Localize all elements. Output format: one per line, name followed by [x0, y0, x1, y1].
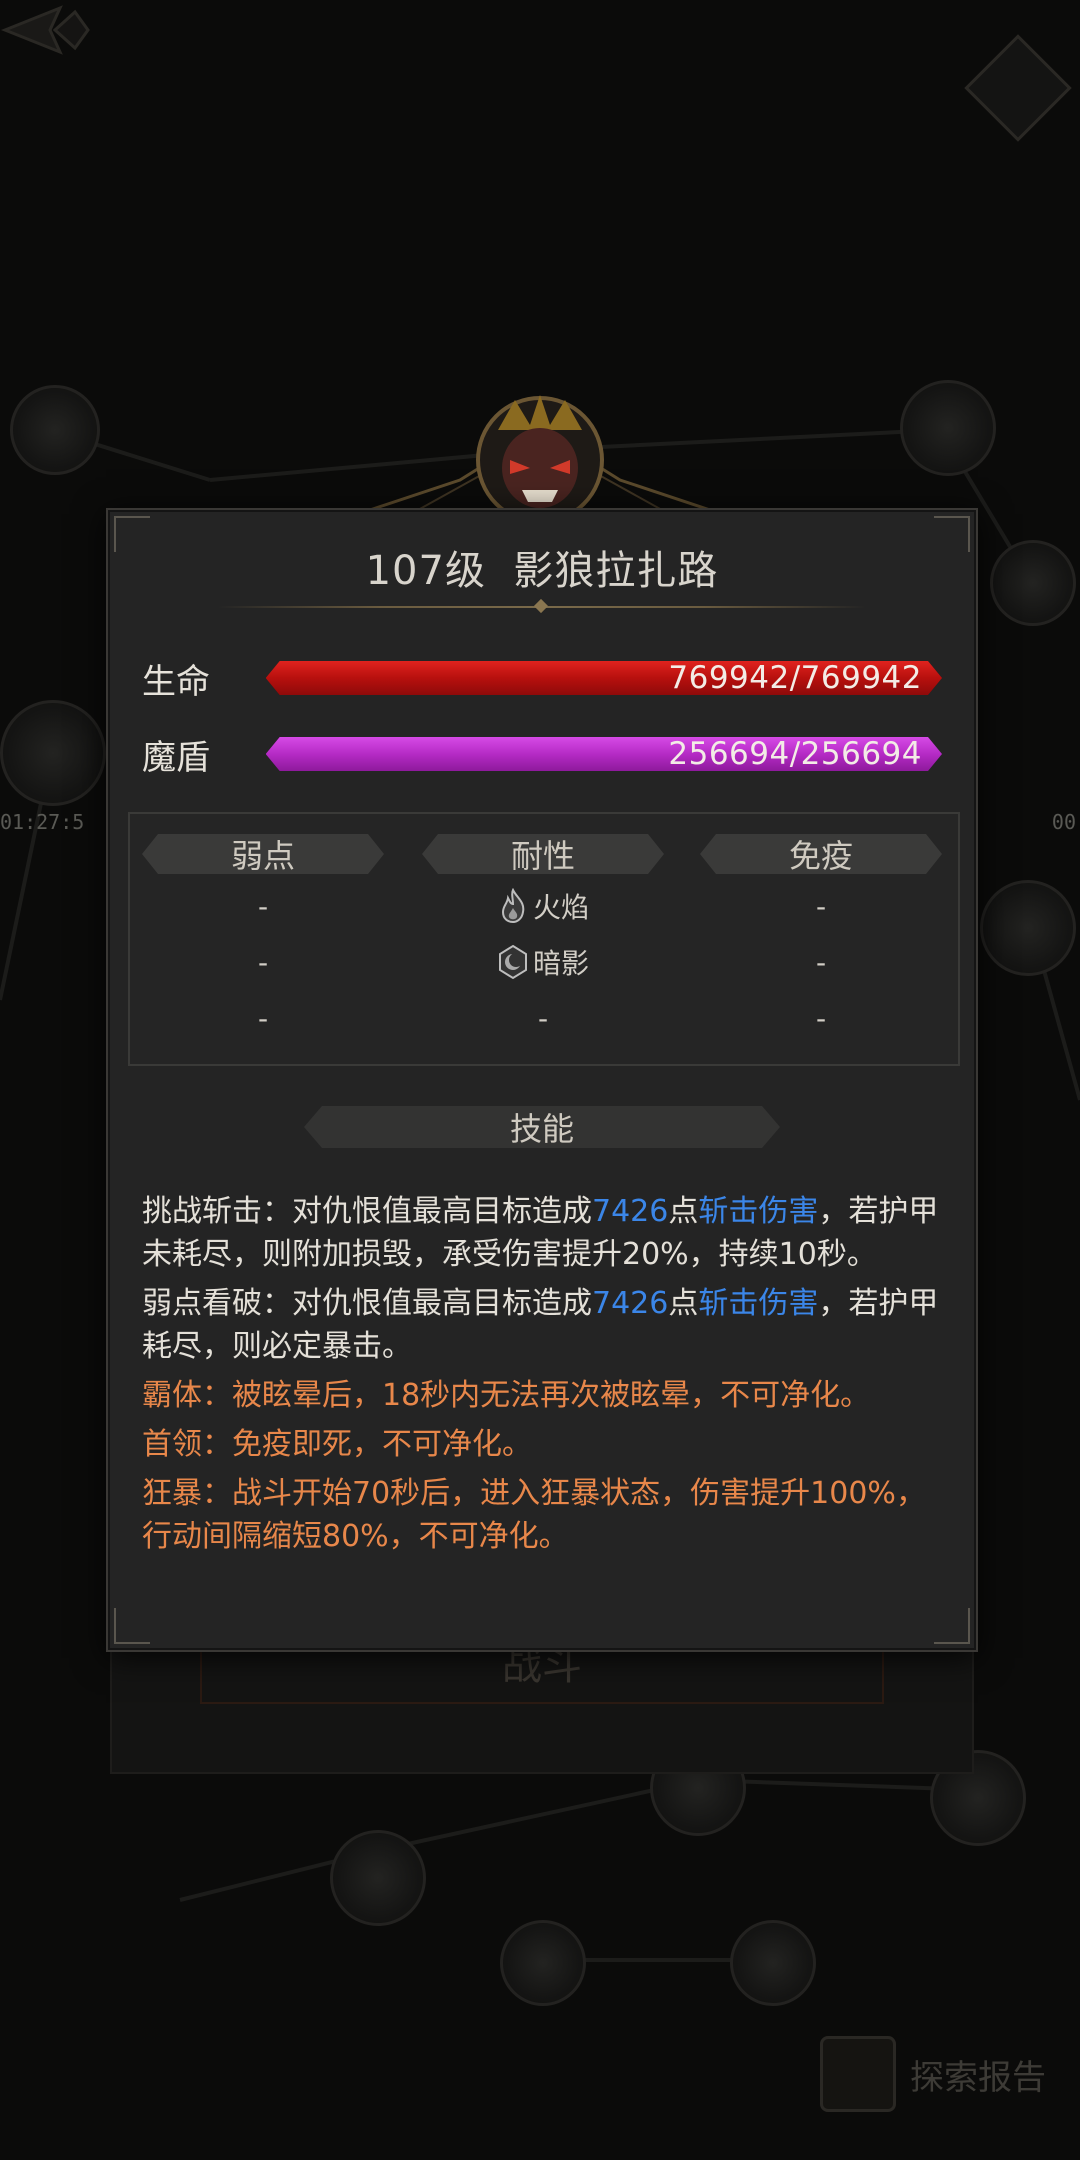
- map-timer-left: 01:27:5: [0, 810, 85, 834]
- frame-corner: [934, 1608, 970, 1644]
- shield-label: 魔盾: [142, 737, 210, 778]
- map-node[interactable]: [500, 1920, 586, 2006]
- explore-report-label: 探索报告: [910, 2057, 1046, 2098]
- shield-row: 魔盾 256694/256694: [142, 734, 942, 778]
- header-weakness: 弱点: [142, 834, 384, 874]
- weak-cell: -: [257, 889, 269, 923]
- skills-header: 技能: [304, 1106, 780, 1148]
- map-node[interactable]: [990, 540, 1076, 626]
- resist-cell: 火焰: [422, 884, 664, 928]
- explore-report-button[interactable]: 探索报告: [820, 2036, 1046, 2112]
- frame-corner: [114, 1608, 150, 1644]
- map-node[interactable]: [730, 1920, 816, 2006]
- scroll-icon: [820, 2036, 896, 2112]
- skill-entry: 弱点看破：对仇恨值最高目标造成7426点斩击伤害，若护甲耗尽，则必定暴击。: [142, 1286, 939, 1364]
- boss-title: 107级 影狼拉扎路: [108, 538, 976, 596]
- resist-cell: -: [537, 1001, 549, 1035]
- hp-value: 769942/769942: [668, 660, 922, 696]
- resist-cell: 暗影: [422, 940, 664, 984]
- shadow-icon: [498, 944, 527, 980]
- boss-name: 影狼拉扎路: [513, 548, 719, 594]
- resist-shadow-label: 暗影: [532, 947, 589, 980]
- weak-cell: -: [257, 1001, 269, 1035]
- hp-label: 生命: [142, 661, 210, 702]
- damage-type: 斩击伤害: [698, 1286, 819, 1321]
- skill-entry: 霸体：被眩晕后，18秒内无法再次被眩晕，不可净化。: [142, 1378, 871, 1413]
- map-timer-right: 00: [1051, 810, 1076, 834]
- damage-type: 斩击伤害: [698, 1194, 819, 1229]
- skills-list: 挑战斩击：对仇恨值最高目标造成7426点斩击伤害，若护甲未耗尽，则附加损毁，承受…: [142, 1190, 946, 1564]
- shield-bar: 256694/256694: [266, 737, 942, 771]
- damage-value: 7426: [592, 1286, 669, 1321]
- damage-value: 7426: [592, 1194, 669, 1229]
- immune-cell: -: [815, 1001, 827, 1035]
- resist-fire-label: 火焰: [532, 891, 589, 924]
- immune-cell: -: [815, 889, 827, 923]
- map-node[interactable]: [0, 700, 106, 806]
- back-icon[interactable]: [0, 0, 90, 60]
- boss-info-dialog: 107级 影狼拉扎路 生命 769942/769942 魔盾 256694/25…: [106, 508, 978, 1652]
- skill-entry: 狂暴：战斗开始70秒后，进入狂暴状态，伤害提升100%，行动间隔缩短80%，不可…: [142, 1476, 926, 1554]
- header-resistance: 耐性: [422, 834, 664, 874]
- map-node[interactable]: [10, 385, 100, 475]
- hp-row: 生命 769942/769942: [142, 658, 942, 702]
- shield-value: 256694/256694: [668, 736, 922, 772]
- skill-entry: 挑战斩击：对仇恨值最高目标造成7426点斩击伤害，若护甲未耗尽，则附加损毁，承受…: [142, 1194, 939, 1272]
- map-node[interactable]: [980, 880, 1076, 976]
- weak-cell: -: [257, 945, 269, 979]
- resistance-table: 弱点 耐性 免疫 - 火焰 - - 暗影 - - - -: [128, 812, 960, 1066]
- boss-level: 107级: [365, 548, 486, 594]
- map-node[interactable]: [330, 1830, 426, 1926]
- hp-bar: 769942/769942: [266, 661, 942, 695]
- title-divider-ornament: [533, 598, 549, 614]
- immune-cell: -: [815, 945, 827, 979]
- skill-entry: 首领：免疫即死，不可净化。: [142, 1427, 532, 1462]
- fire-icon: [501, 888, 525, 924]
- map-node[interactable]: [900, 380, 996, 476]
- header-immunity: 免疫: [700, 834, 942, 874]
